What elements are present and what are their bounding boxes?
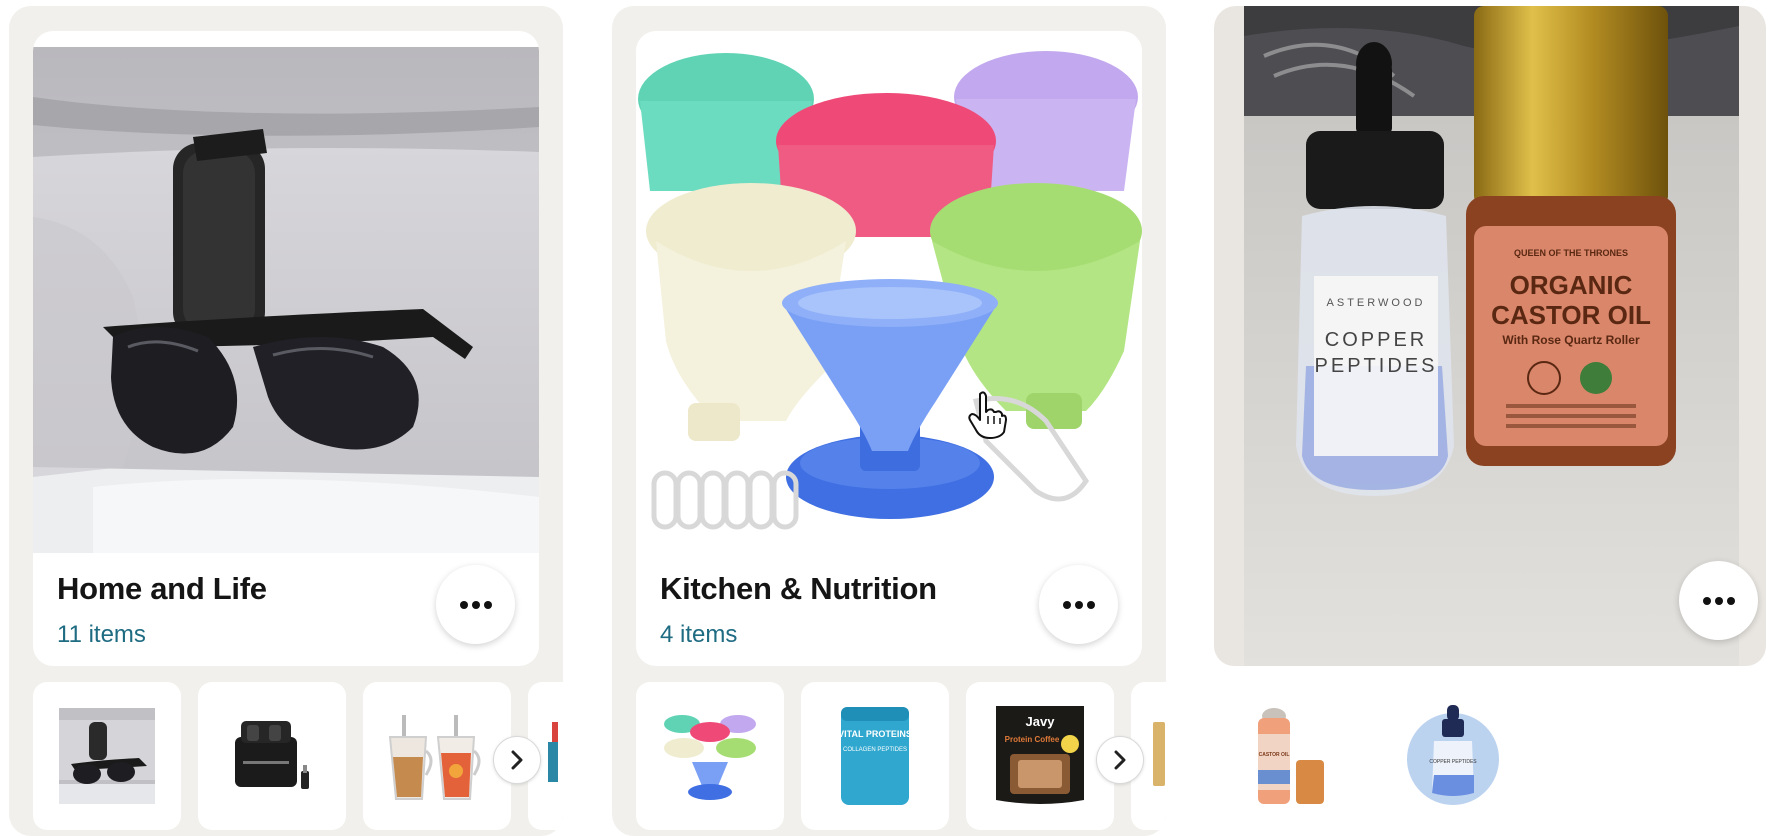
product-name-label: PEPTIDES <box>1315 355 1438 377</box>
thumb-brand-label: VITAL PROTEINS <box>838 729 912 739</box>
ellipsis-icon <box>1062 600 1095 609</box>
thumb-product-label: CASTOR OIL <box>1259 752 1290 758</box>
thumb-brand-label: Javy <box>1026 714 1056 729</box>
collection-item-count: 11 items <box>57 621 146 648</box>
next-items-button[interactable] <box>1096 736 1144 784</box>
collection-hero-image[interactable] <box>33 47 539 553</box>
item-thumbnail-row: CASTOR OIL COPPER PEPTIDES <box>1214 682 1766 832</box>
item-thumbnail[interactable] <box>636 682 784 830</box>
collection-card[interactable]: ASTERWOOD COPPER PEPTIDES QUEEN OF THE T… <box>1214 6 1766 666</box>
item-thumbnail[interactable]: Javy Protein Coffee <box>966 682 1114 830</box>
ellipsis-icon <box>1702 596 1735 605</box>
item-thumbnail[interactable]: VITAL PROTEINS COLLAGEN PEPTIDES <box>801 682 949 830</box>
thumb-product-label: COLLAGEN PEPTIDES <box>843 747 907 753</box>
collection-item-count: 4 items <box>660 621 738 648</box>
item-thumbnail-row <box>33 682 563 832</box>
more-options-button[interactable] <box>436 565 515 644</box>
product-brand-label: ASTERWOOD <box>1327 297 1426 309</box>
chevron-right-icon <box>1114 750 1126 770</box>
product-name-label: ORGANIC <box>1510 270 1633 300</box>
next-items-button[interactable] <box>493 736 541 784</box>
ellipsis-icon <box>459 600 492 609</box>
collection-skincare: ASTERWOOD COPPER PEPTIDES QUEEN OF THE T… <box>1214 6 1766 836</box>
product-brand-label: QUEEN OF THE THRONES <box>1514 248 1628 258</box>
item-thumbnail[interactable]: COPPER PEPTIDES <box>1379 682 1527 830</box>
collection-hero-image[interactable]: ASTERWOOD COPPER PEPTIDES QUEEN OF THE T… <box>1244 6 1739 666</box>
product-name-label: COPPER <box>1325 329 1427 351</box>
item-thumbnail[interactable] <box>363 682 511 830</box>
thumb-product-label: COPPER PEPTIDES <box>1429 759 1477 765</box>
item-thumbnail-row: VITAL PROTEINS COLLAGEN PEPTIDES Javy Pr… <box>636 682 1166 832</box>
more-options-button[interactable] <box>1679 561 1758 640</box>
collection-title[interactable]: Home and Life <box>57 571 267 607</box>
hand-cursor-icon <box>968 391 1007 439</box>
thumb-product-label: Protein Coffee <box>1005 735 1060 744</box>
more-options-button[interactable] <box>1039 565 1118 644</box>
product-subtitle-label: With Rose Quartz Roller <box>1502 333 1640 347</box>
product-name-label: CASTOR OIL <box>1491 300 1651 330</box>
collection-card[interactable]: Kitchen & Nutrition 4 items <box>636 31 1142 666</box>
item-thumbnail[interactable]: CASTOR OIL <box>1214 682 1362 830</box>
collection-card[interactable]: Home and Life 11 items <box>33 31 539 666</box>
item-thumbnail[interactable] <box>198 682 346 830</box>
collection-home-and-life: Home and Life 11 items <box>9 6 563 836</box>
collection-title[interactable]: Kitchen & Nutrition <box>660 571 937 607</box>
item-thumbnail[interactable] <box>33 682 181 830</box>
chevron-right-icon <box>511 750 523 770</box>
collection-hero-image[interactable] <box>636 41 1142 547</box>
collection-kitchen-nutrition: Kitchen & Nutrition 4 items VITAL PROTEI… <box>612 6 1166 836</box>
collections-grid: Home and Life 11 items Kitchen & Nutriti… <box>0 0 1780 836</box>
